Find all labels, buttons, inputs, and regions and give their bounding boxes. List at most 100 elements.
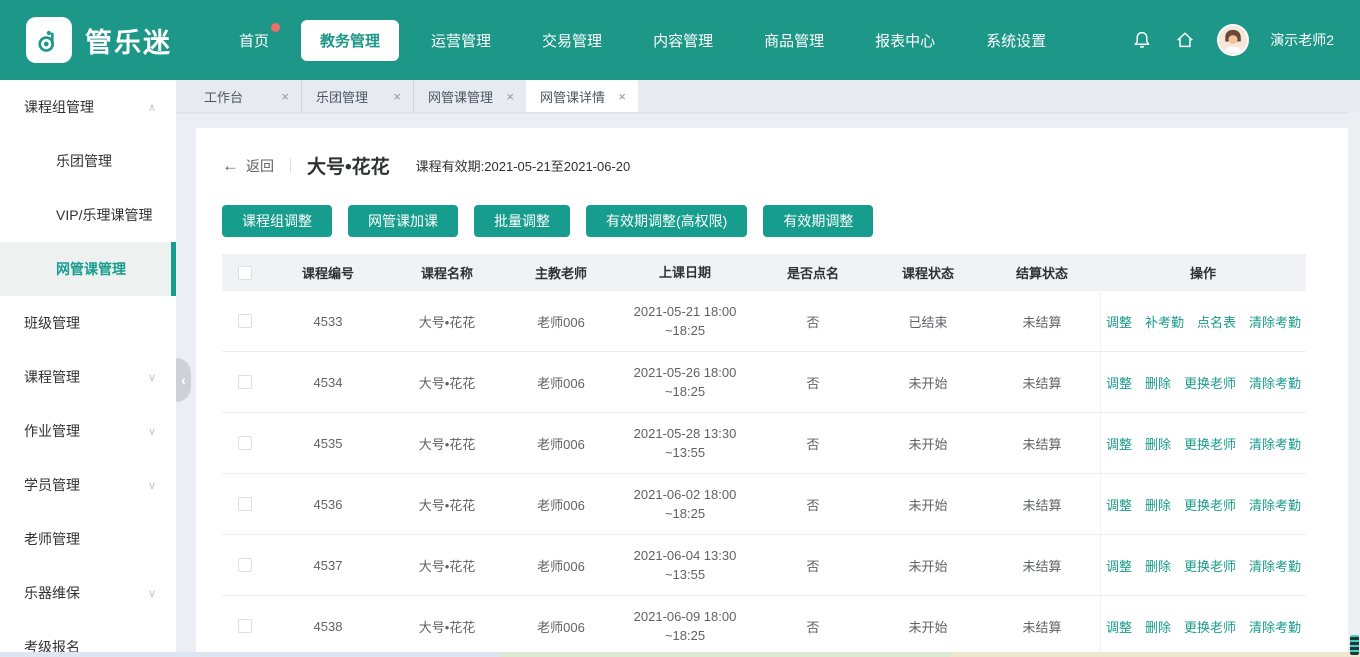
column-header: 课程状态	[872, 263, 984, 282]
settlement-status: 未结算	[984, 373, 1100, 392]
select-all-checkbox[interactable]	[238, 266, 252, 280]
table-row: 4533 大号•花花 老师006 2021-05-21 18:00~18:25 …	[222, 291, 1306, 352]
row-action-link[interactable]: 补考勤	[1145, 312, 1184, 331]
row-action-link[interactable]: 更换老师	[1184, 434, 1236, 453]
row-action-link[interactable]: 更换老师	[1184, 556, 1236, 575]
nav-item-label: 报表中心	[875, 33, 935, 50]
batch-adjust-button[interactable]: 批量调整	[474, 205, 570, 237]
rollcall-status: 否	[754, 373, 872, 392]
row-action-link[interactable]: 更换老师	[1184, 617, 1236, 636]
column-header: 主教老师	[506, 263, 616, 282]
tab-label: 网管课管理	[428, 87, 493, 106]
home-icon[interactable]	[1174, 29, 1196, 51]
nav-item-academic-admin[interactable]: 教务管理	[301, 20, 399, 61]
column-header: 上课日期	[616, 263, 754, 282]
sidebar-item-label: 班级管理	[24, 313, 80, 333]
row-checkbox[interactable]	[238, 314, 252, 328]
back-button[interactable]: ← 返回	[222, 156, 274, 176]
add-online-course-button[interactable]: 网管课加课	[348, 205, 458, 237]
table-row: 4537 大号•花花 老师006 2021-06-04 13:30~13:55 …	[222, 535, 1306, 596]
course-id: 4537	[268, 558, 388, 573]
row-action-link[interactable]: 删除	[1145, 373, 1171, 392]
row-action-link[interactable]: 点名表	[1197, 312, 1236, 331]
row-action-link[interactable]: 清除考勤	[1249, 434, 1301, 453]
row-action-link[interactable]: 清除考勤	[1249, 373, 1301, 392]
row-checkbox[interactable]	[238, 619, 252, 633]
validity-adjust-button[interactable]: 有效期调整	[763, 205, 873, 237]
nav-item-trade-admin[interactable]: 交易管理	[523, 20, 621, 61]
sidebar-item-orchestra-admin[interactable]: 乐团管理	[0, 134, 176, 188]
row-checkbox[interactable]	[238, 375, 252, 389]
course-name: 大号•花花	[388, 434, 506, 453]
sidebar-item-instrument-maintenance[interactable]: 乐器维保 ∨	[0, 566, 176, 620]
row-action-link[interactable]: 更换老师	[1184, 373, 1236, 392]
row-action-link[interactable]: 调整	[1106, 434, 1132, 453]
close-icon[interactable]: ×	[281, 90, 289, 103]
close-icon[interactable]: ×	[506, 90, 514, 103]
sidebar-item-course-admin[interactable]: 课程管理 ∨	[0, 350, 176, 404]
teacher-name: 老师006	[506, 556, 616, 575]
sidebar-item-vip-theory-admin[interactable]: VIP/乐理课管理	[0, 188, 176, 242]
user-name[interactable]: 演示老师2	[1270, 30, 1334, 50]
nav-item-system-settings[interactable]: 系统设置	[967, 20, 1065, 61]
sidebar-item-class-admin[interactable]: 班级管理	[0, 296, 176, 350]
row-action-link[interactable]: 调整	[1106, 617, 1132, 636]
nav-item-operation-admin[interactable]: 运营管理	[412, 20, 510, 61]
course-id: 4534	[268, 375, 388, 390]
back-arrow-icon: ←	[222, 156, 239, 176]
sidebar-item-teacher-admin[interactable]: 老师管理	[0, 512, 176, 566]
teacher-name: 老师006	[506, 617, 616, 636]
nav-item-goods-admin[interactable]: 商品管理	[745, 20, 843, 61]
table-body: 4533 大号•花花 老师006 2021-05-21 18:00~18:25 …	[222, 291, 1306, 657]
tab-online-course-detail[interactable]: 网管课详情 ×	[526, 80, 638, 112]
class-date: 2021-05-28 13:30~13:55	[616, 424, 754, 462]
row-action-link[interactable]: 清除考勤	[1249, 495, 1301, 514]
app-logo[interactable]	[26, 17, 72, 63]
nav-item-content-admin[interactable]: 内容管理	[634, 20, 732, 61]
row-action-link[interactable]: 删除	[1145, 617, 1171, 636]
row-action-link[interactable]: 删除	[1145, 556, 1171, 575]
table-row: 4535 大号•花花 老师006 2021-05-28 13:30~13:55 …	[222, 413, 1306, 474]
avatar-image	[1219, 26, 1247, 54]
chevron-down-icon: ∨	[148, 425, 156, 438]
row-checkbox[interactable]	[238, 497, 252, 511]
row-action-link[interactable]: 删除	[1145, 434, 1171, 453]
content-card: ← 返回 大号•花花 课程有效期:2021-05-21至2021-06-20 课…	[196, 128, 1348, 657]
table-row: 4536 大号•花花 老师006 2021-06-02 18:00~18:25 …	[222, 474, 1306, 535]
collapse-icon: ‹	[181, 372, 186, 388]
row-action-link[interactable]: 清除考勤	[1249, 556, 1301, 575]
user-avatar[interactable]	[1217, 24, 1249, 56]
row-action-link[interactable]: 调整	[1106, 556, 1132, 575]
bell-icon[interactable]	[1131, 29, 1153, 51]
validity-adjust-privileged-button[interactable]: 有效期调整(高权限)	[586, 205, 747, 237]
settlement-status: 未结算	[984, 617, 1100, 636]
nav-item-report-center[interactable]: 报表中心	[856, 20, 954, 61]
close-icon[interactable]: ×	[393, 90, 401, 103]
course-group-adjust-button[interactable]: 课程组调整	[222, 205, 332, 237]
back-label: 返回	[246, 156, 274, 176]
nav-item-home[interactable]: 首页	[220, 20, 288, 61]
sidebar-item-course-group-admin[interactable]: 课程组管理 ∧	[0, 80, 176, 134]
row-action-link[interactable]: 清除考勤	[1249, 312, 1301, 331]
sidebar-item-student-admin[interactable]: 学员管理 ∨	[0, 458, 176, 512]
chevron-down-icon: ∨	[148, 371, 156, 384]
row-action-link[interactable]: 更换老师	[1184, 495, 1236, 514]
sidebar: 课程组管理 ∧ 乐团管理 VIP/乐理课管理 网管课管理 班级管理 课程管理 ∨…	[0, 80, 176, 657]
close-icon[interactable]: ×	[618, 90, 626, 103]
row-action-link[interactable]: 调整	[1106, 312, 1132, 331]
teacher-name: 老师006	[506, 495, 616, 514]
vertical-scrollbar[interactable]	[1349, 112, 1360, 657]
row-checkbox[interactable]	[238, 558, 252, 572]
tab-workbench[interactable]: 工作台 ×	[190, 80, 302, 112]
nav-item-label: 商品管理	[764, 33, 824, 50]
tab-online-course-admin[interactable]: 网管课管理 ×	[414, 80, 526, 112]
row-action-link[interactable]: 调整	[1106, 495, 1132, 514]
row-action-link[interactable]: 清除考勤	[1249, 617, 1301, 636]
rollcall-status: 否	[754, 556, 872, 575]
sidebar-item-online-course-admin[interactable]: 网管课管理	[0, 242, 176, 296]
tab-orchestra-admin[interactable]: 乐团管理 ×	[302, 80, 414, 112]
row-checkbox[interactable]	[238, 436, 252, 450]
row-action-link[interactable]: 删除	[1145, 495, 1171, 514]
row-action-link[interactable]: 调整	[1106, 373, 1132, 392]
sidebar-item-homework-admin[interactable]: 作业管理 ∨	[0, 404, 176, 458]
